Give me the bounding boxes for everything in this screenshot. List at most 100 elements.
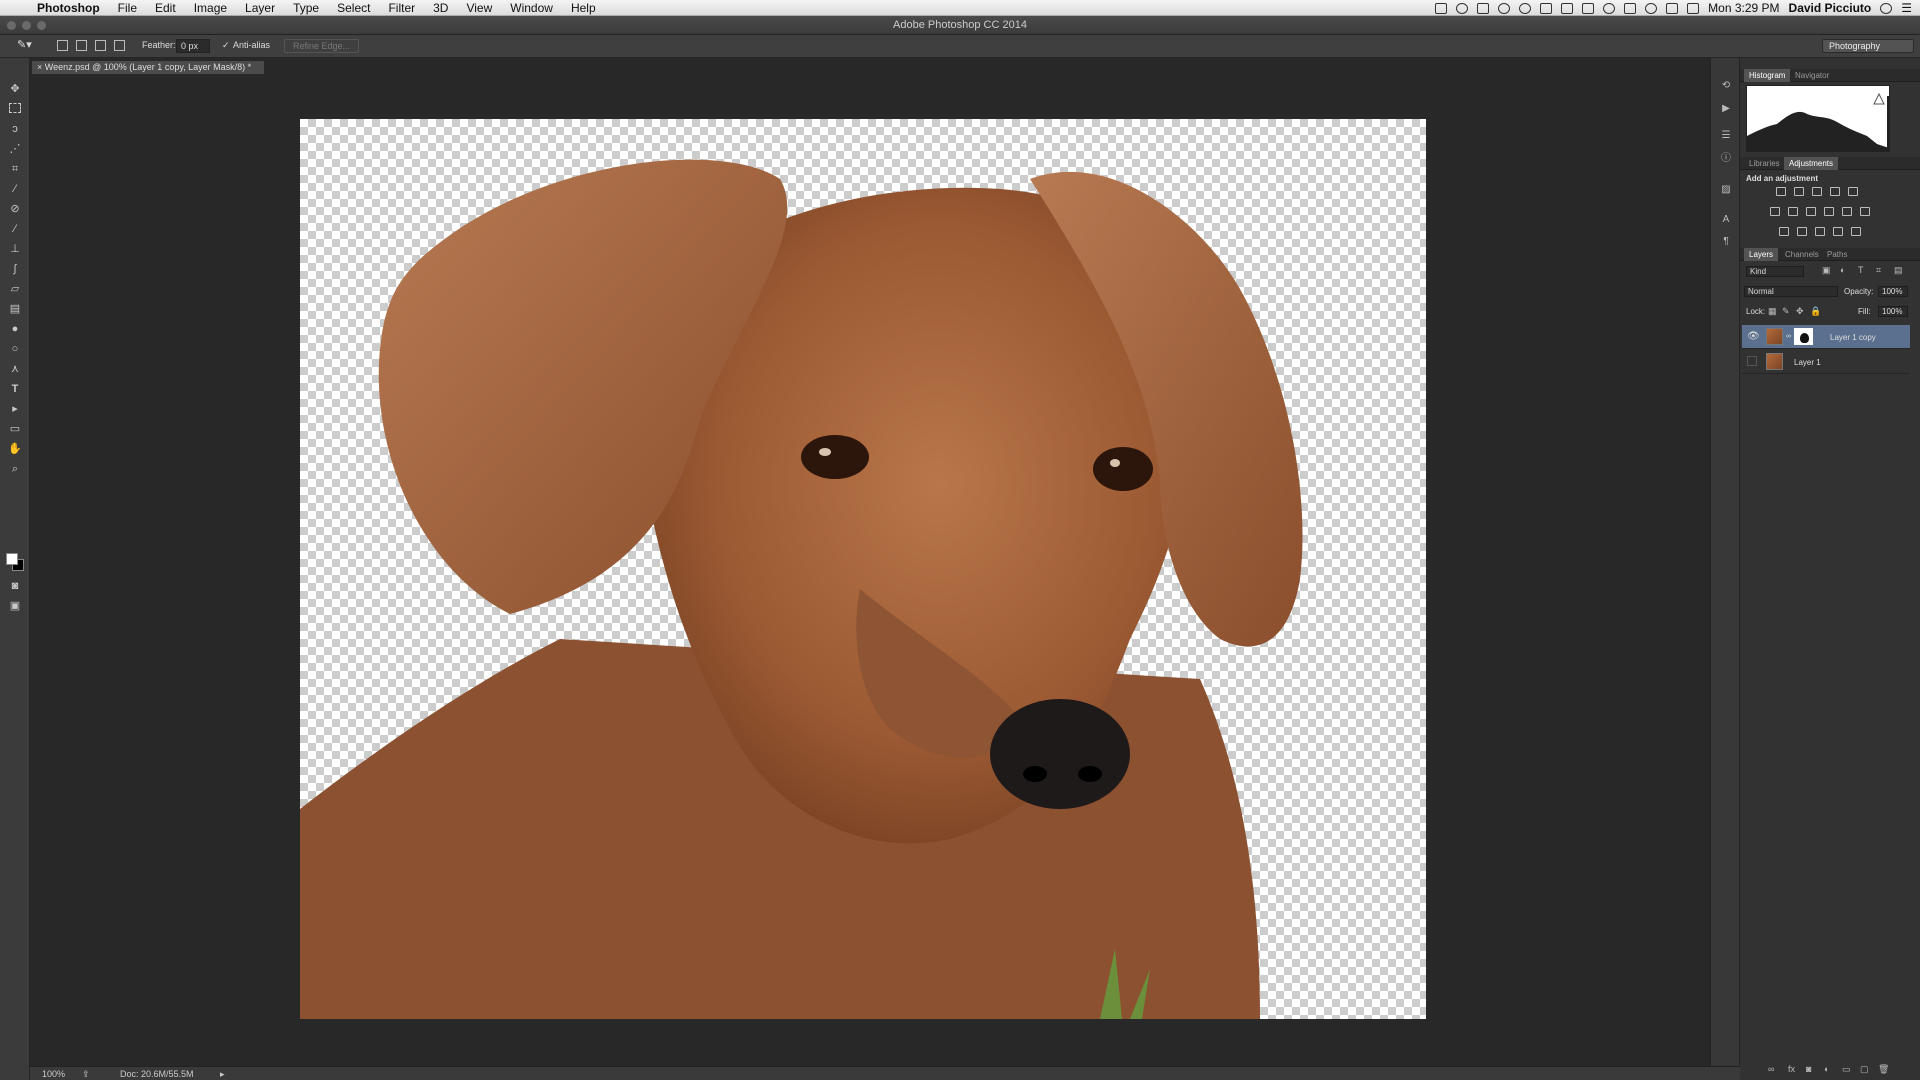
tab-navigator[interactable]: Navigator [1790, 69, 1834, 82]
history-panel-icon[interactable]: ⟲ [1720, 80, 1732, 91]
menu-window[interactable]: Window [501, 0, 562, 16]
tab-histogram[interactable]: Histogram [1744, 69, 1791, 82]
lock-all-icon[interactable]: 🔒 [1810, 306, 1821, 317]
creative-cloud-icon[interactable] [1519, 2, 1532, 14]
hand-tool-icon[interactable]: ✋ [8, 443, 22, 455]
gradient-map-icon[interactable] [1833, 227, 1843, 236]
menu-image[interactable]: Image [185, 0, 236, 16]
app-tray-icon[interactable] [1435, 2, 1448, 14]
intersect-selection-icon[interactable] [114, 40, 125, 51]
color-balance-icon[interactable] [1788, 207, 1798, 216]
refine-edge-button[interactable]: Refine Edge... [284, 39, 360, 53]
photo-filter-icon[interactable] [1824, 207, 1834, 216]
history-brush-tool-icon[interactable]: ∫ [8, 263, 22, 275]
new-adjustment-layer-icon[interactable]: ◐ [1824, 1064, 1829, 1074]
dodge-tool-icon[interactable]: ○ [8, 343, 22, 355]
character-panel-icon[interactable]: A [1720, 214, 1732, 225]
twitter-icon[interactable] [1561, 2, 1574, 14]
paragraph-panel-icon[interactable]: ¶ [1720, 236, 1732, 247]
tool-presets-panel-icon[interactable]: ▨ [1720, 184, 1732, 195]
layer-row-layer-1-copy[interactable]: 👁 ∞ Layer 1 copy [1742, 325, 1910, 349]
healing-brush-tool-icon[interactable]: ⊘ [8, 203, 22, 215]
tab-layers[interactable]: Layers [1744, 248, 1779, 261]
quick-mask-icon[interactable]: ◙ [8, 580, 22, 592]
properties-panel-icon[interactable]: ☰ [1720, 130, 1732, 141]
menu-help[interactable]: Help [562, 0, 605, 16]
time-machine-icon[interactable] [1603, 2, 1616, 14]
menu-edit[interactable]: Edit [146, 0, 185, 16]
layer-mask-link-icon[interactable]: ∞ [1786, 333, 1791, 340]
gradient-tool-icon[interactable]: ▤ [8, 303, 22, 315]
shape-tool-icon[interactable]: ▭ [8, 423, 22, 435]
menu-type[interactable]: Type [284, 0, 328, 16]
add-to-selection-icon[interactable] [76, 40, 87, 51]
status-menu-arrow-icon[interactable]: ▸ [220, 1069, 225, 1080]
zoom-window-button[interactable] [37, 21, 46, 30]
filter-pixel-icon[interactable]: ▣ [1822, 265, 1831, 276]
layer-name[interactable]: Layer 1 copy [1830, 333, 1876, 342]
channel-mixer-icon[interactable] [1842, 207, 1852, 216]
workspace-switcher[interactable]: Photography [1822, 39, 1914, 53]
wifi-icon[interactable] [1666, 2, 1679, 14]
lock-position-icon[interactable]: ✥ [1796, 306, 1804, 317]
screen-mode-icon[interactable]: ▣ [8, 600, 22, 612]
feather-input[interactable]: 0 px [176, 39, 210, 53]
subtract-from-selection-icon[interactable] [95, 40, 106, 51]
input-source-icon[interactable] [1687, 2, 1700, 14]
notification-center-icon[interactable]: ☰ [1901, 1, 1912, 15]
quick-selection-tool-icon[interactable]: ⋰ [8, 143, 22, 155]
new-layer-icon[interactable]: ▢ [1860, 1064, 1869, 1075]
volume-icon[interactable] [1624, 2, 1637, 14]
opacity-input[interactable]: 100% [1878, 286, 1908, 297]
threshold-icon[interactable] [1815, 227, 1825, 236]
bluetooth-icon[interactable] [1645, 2, 1658, 14]
menu-app-name[interactable]: Photoshop [28, 0, 109, 16]
invert-icon[interactable] [1779, 227, 1789, 236]
marquee-tool-icon[interactable] [9, 103, 21, 113]
brush-tool-icon[interactable]: ∕ [8, 223, 22, 235]
color-lookup-icon[interactable] [1860, 207, 1870, 216]
messages-tray-icon[interactable] [1540, 2, 1553, 14]
image-canvas[interactable] [300, 119, 1426, 1019]
lock-transparent-pixels-icon[interactable]: ▦ [1768, 306, 1777, 317]
menu-view[interactable]: View [457, 0, 501, 16]
info-panel-icon[interactable]: ⓘ [1720, 153, 1732, 164]
close-tab-icon[interactable]: × [37, 62, 42, 72]
actions-panel-icon[interactable]: ▶ [1720, 103, 1732, 114]
new-selection-icon[interactable] [57, 40, 68, 51]
filter-adjustment-icon[interactable]: ◐ [1840, 265, 1845, 275]
exposure-icon[interactable] [1830, 187, 1840, 196]
menu-select[interactable]: Select [328, 0, 379, 16]
zoom-tool-icon[interactable]: ⌕ [8, 463, 22, 475]
link-layers-icon[interactable]: ∞ [1768, 1064, 1774, 1074]
layer-name[interactable]: Layer 1 [1794, 358, 1821, 367]
delete-layer-icon[interactable]: 🗑 [1878, 1064, 1889, 1075]
crop-tool-icon[interactable]: ⌗ [8, 163, 22, 175]
filter-smart-object-icon[interactable]: ▤ [1894, 265, 1903, 276]
lock-image-pixels-icon[interactable]: ✎ [1782, 306, 1790, 317]
black-white-icon[interactable] [1806, 207, 1816, 216]
record-tray-icon[interactable] [1456, 2, 1469, 14]
zoom-level[interactable]: 100% [42, 1069, 65, 1079]
dropbox-icon[interactable] [1477, 2, 1490, 14]
hue-saturation-icon[interactable] [1770, 207, 1780, 216]
anti-alias-checkbox[interactable]: ✓ [222, 40, 230, 51]
close-window-button[interactable] [7, 21, 16, 30]
layer-row-layer-1[interactable]: Layer 1 [1742, 350, 1910, 374]
airplay-icon[interactable] [1582, 2, 1595, 14]
menu-3d[interactable]: 3D [424, 0, 457, 16]
layer-style-icon[interactable]: fx [1788, 1064, 1795, 1074]
type-tool-icon[interactable]: T [8, 383, 22, 395]
menubar-user[interactable]: David Picciuto [1789, 1, 1872, 15]
foreground-color-swatch[interactable] [6, 553, 18, 565]
tab-paths[interactable]: Paths [1822, 248, 1852, 261]
curves-icon[interactable] [1812, 187, 1822, 196]
layer-filter-kind[interactable]: Kind [1746, 266, 1804, 277]
fill-input[interactable]: 100% [1878, 306, 1908, 317]
path-selection-tool-icon[interactable]: ▸ [8, 403, 22, 415]
eyedropper-tool-icon[interactable]: ⁄ [8, 183, 22, 195]
selective-color-icon[interactable] [1851, 227, 1861, 236]
blur-tool-icon[interactable]: ● [8, 323, 22, 335]
menu-file[interactable]: File [109, 0, 146, 16]
filter-type-icon[interactable]: T [1858, 265, 1864, 275]
